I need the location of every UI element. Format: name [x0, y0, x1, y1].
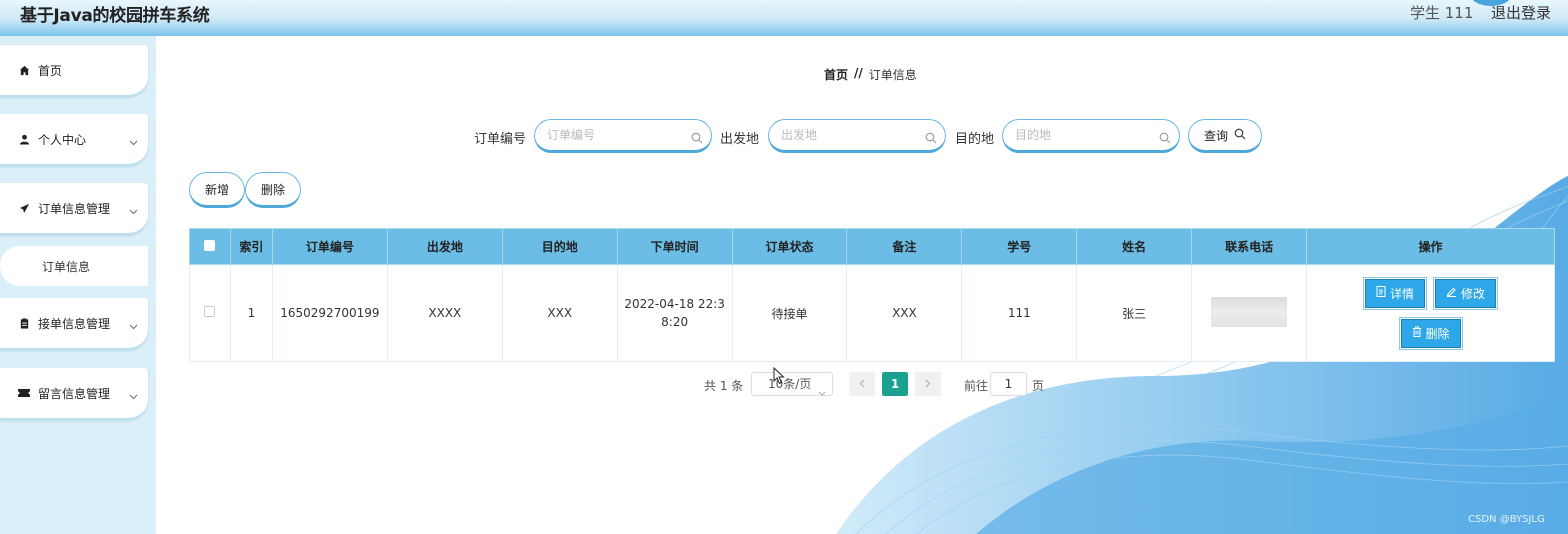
order-no-label: 订单编号 [474, 132, 527, 147]
select-all-cell [189, 228, 231, 265]
column-header: 联系电话 [1191, 228, 1308, 265]
sidebar-subitem-order-info[interactable]: 订单信息 [0, 246, 148, 286]
order-no-input[interactable] [535, 128, 683, 142]
goto-page-input[interactable] [990, 372, 1027, 396]
pagination-total: 共 1 条 [704, 379, 744, 393]
column-header: 目的地 [501, 228, 618, 265]
chevron-down-icon [129, 319, 138, 333]
chevron-down-icon [818, 381, 826, 403]
origin-cell: XXXX [386, 264, 503, 362]
chevron-left-icon [859, 377, 865, 391]
send-icon [18, 202, 30, 214]
edit-button-label: 修改 [1461, 286, 1486, 301]
person-icon [18, 133, 30, 145]
mouse-cursor-icon [773, 366, 785, 389]
index-cell: 1 [229, 264, 273, 362]
goto-page-suffix: 页 [1032, 379, 1045, 393]
name-cell: 张三 [1076, 264, 1193, 362]
query-button[interactable]: 查询 [1188, 119, 1262, 153]
column-header: 出发地 [386, 228, 503, 265]
breadcrumb-current: 订单信息 [868, 68, 917, 82]
query-button-label: 查询 [1203, 128, 1228, 143]
column-header: 订单状态 [731, 228, 848, 265]
order-table: 索引 订单编号 出发地 目的地 下单时间 订单状态 备注 学号 姓名 联系电话 … [189, 228, 1555, 362]
breadcrumb: 首页 // 订单信息 [824, 66, 917, 83]
order-status-cell: 待接单 [731, 264, 848, 362]
order-no-search-field[interactable] [534, 119, 712, 153]
column-header: 操作 [1306, 228, 1555, 265]
row-checkbox[interactable] [204, 306, 216, 317]
search-icon [925, 129, 937, 148]
dest-cell: XXX [501, 264, 618, 362]
sidebar-subitem-label: 订单信息 [42, 259, 91, 274]
operations-cell: 详情 修改 删除 [1306, 264, 1555, 362]
dest-label: 目的地 [955, 132, 995, 147]
origin-search-field[interactable] [768, 119, 946, 153]
remark-cell: XXX [846, 264, 963, 362]
sidebar-item-personal-center[interactable]: 个人中心 [0, 114, 148, 166]
sidebar-item-label: 订单信息管理 [38, 201, 111, 216]
row-delete-button[interactable]: 删除 [1398, 316, 1463, 350]
column-header: 订单编号 [271, 228, 388, 265]
search-icon [1159, 129, 1171, 148]
column-header: 学号 [961, 228, 1078, 265]
phone-cell [1191, 264, 1308, 362]
dest-input[interactable] [1003, 128, 1151, 142]
origin-label: 出发地 [720, 132, 760, 147]
clipboard-icon [18, 317, 30, 329]
column-header: 索引 [229, 228, 273, 265]
next-page-button[interactable] [915, 372, 941, 396]
prev-page-button[interactable] [849, 372, 875, 396]
sidebar-item-accept-management[interactable]: 接单信息管理 [0, 298, 148, 350]
goto-label: 前往 [964, 379, 989, 393]
row-delete-button-label: 删除 [1425, 326, 1450, 341]
select-all-checkbox[interactable] [204, 239, 216, 251]
column-header: 姓名 [1076, 228, 1193, 265]
detail-button-label: 详情 [1390, 286, 1415, 301]
breadcrumb-home[interactable]: 首页 [824, 66, 848, 83]
order-time-cell: 2022-04-18 22:3 8:20 [616, 264, 733, 362]
breadcrumb-separator: // [854, 66, 863, 80]
page-number-current[interactable]: 1 [882, 372, 908, 396]
watermark: CSDN @BYSJLG [1468, 514, 1545, 525]
edit-button[interactable]: 修改 [1433, 276, 1499, 310]
chevron-down-icon [129, 135, 138, 149]
edit-icon [1446, 286, 1457, 300]
dest-search-field[interactable] [1002, 119, 1180, 153]
search-icon [691, 129, 703, 148]
search-icon [1234, 128, 1246, 143]
detail-button[interactable]: 详情 [1363, 276, 1428, 310]
sidebar-item-label: 个人中心 [38, 132, 87, 147]
column-header: 备注 [846, 228, 963, 265]
chevron-down-icon [129, 204, 138, 218]
sidebar-item-order-management[interactable]: 订单信息管理 [0, 183, 148, 235]
add-button[interactable]: 新增 [189, 172, 245, 208]
table-row: 1 1650292700199 XXXX XXX 2022-04-18 22:3… [189, 264, 1555, 362]
home-icon [18, 64, 30, 76]
phone-redacted [1211, 296, 1288, 327]
page-size-select[interactable]: 10条/页 [751, 372, 833, 396]
chevron-right-icon [925, 377, 931, 391]
logout-link[interactable]: 退出登录 [1491, 2, 1551, 23]
trash-icon [1412, 326, 1422, 340]
current-user-label: 学生 111 [1410, 4, 1474, 22]
document-icon [1376, 286, 1386, 300]
sidebar-item-home[interactable]: 首页 [0, 45, 148, 97]
order-no-cell: 1650292700199 [271, 264, 388, 362]
top-header: 基于Java的校园拼车系统 学生 111 退出登录 [0, 0, 1568, 36]
table-header-row: 索引 订单编号 出发地 目的地 下单时间 订单状态 备注 学号 姓名 联系电话 … [189, 228, 1555, 265]
student-no-cell: 111 [961, 264, 1078, 362]
origin-input[interactable] [769, 128, 917, 142]
row-select-cell [189, 264, 231, 362]
sidebar-item-label: 首页 [38, 63, 63, 78]
column-header: 下单时间 [616, 228, 733, 265]
sidebar-item-label: 接单信息管理 [38, 316, 111, 331]
batch-delete-button[interactable]: 删除 [245, 172, 301, 208]
app-title: 基于Java的校园拼车系统 [20, 6, 210, 26]
